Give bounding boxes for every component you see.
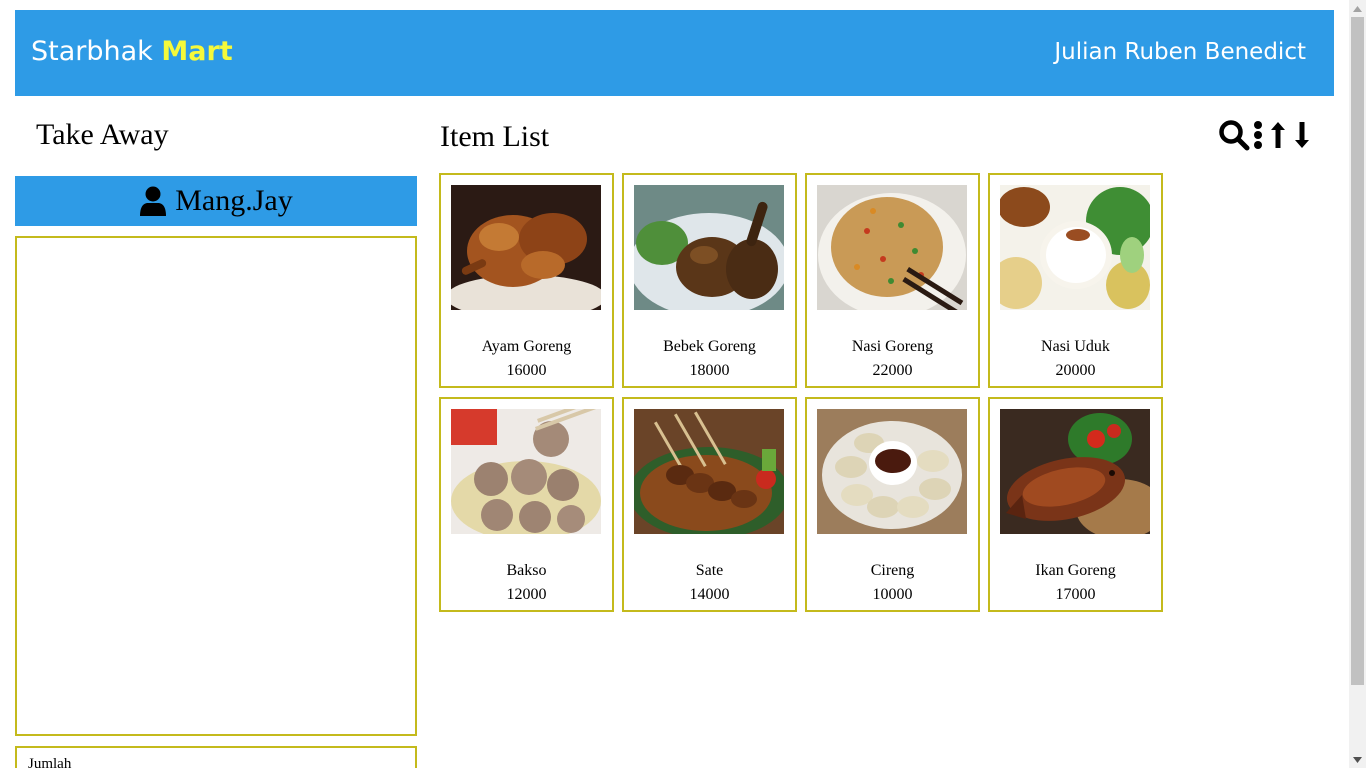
food-image bbox=[451, 409, 601, 534]
item-name: Nasi Goreng bbox=[851, 338, 934, 355]
item-name: Ikan Goreng bbox=[1035, 562, 1116, 579]
item-name: Bakso bbox=[506, 562, 547, 579]
food-image bbox=[1000, 185, 1150, 310]
scrollbar-thumb[interactable] bbox=[1351, 17, 1364, 685]
item-name: Cireng bbox=[870, 562, 915, 579]
item-card[interactable]: Bakso 12000 bbox=[439, 397, 614, 612]
item-grid: Ayam Goreng 16000 Bebek Goreng 18000 Nas… bbox=[439, 173, 1163, 612]
item-price: 22000 bbox=[872, 362, 913, 379]
item-card[interactable]: Sate 14000 bbox=[622, 397, 797, 612]
item-card[interactable]: Nasi Goreng 22000 bbox=[805, 173, 980, 388]
food-image bbox=[817, 409, 967, 534]
item-price: 12000 bbox=[506, 586, 547, 603]
item-price: 10000 bbox=[872, 586, 913, 603]
order-type-title: Take Away bbox=[36, 118, 169, 151]
item-name: Ayam Goreng bbox=[481, 338, 572, 355]
food-image bbox=[1000, 409, 1150, 534]
search-button[interactable] bbox=[1218, 119, 1250, 151]
item-card[interactable]: Bebek Goreng 18000 bbox=[622, 173, 797, 388]
item-name: Nasi Uduk bbox=[1041, 338, 1110, 355]
sort-descending-icon bbox=[1295, 122, 1309, 148]
brand-accent: Mart bbox=[161, 36, 233, 67]
user-name[interactable]: Julian Ruben Benedict bbox=[1054, 39, 1306, 65]
item-card[interactable]: Nasi Uduk 20000 bbox=[988, 173, 1163, 388]
user-icon bbox=[140, 186, 167, 216]
vertical-scrollbar[interactable] bbox=[1349, 0, 1366, 768]
item-price: 18000 bbox=[689, 362, 730, 379]
more-options-button[interactable] bbox=[1252, 119, 1264, 151]
item-price: 14000 bbox=[689, 586, 730, 603]
food-image bbox=[634, 185, 784, 310]
order-list bbox=[15, 236, 417, 736]
item-card[interactable]: Ayam Goreng 16000 bbox=[439, 173, 614, 388]
brand-logo[interactable]: Starbhak Mart bbox=[31, 36, 233, 67]
sort-ascending-button[interactable] bbox=[1269, 119, 1287, 151]
total-label: Jumlah bbox=[28, 756, 72, 768]
scroll-up-arrow[interactable] bbox=[1349, 0, 1366, 17]
item-name: Sate bbox=[695, 562, 724, 579]
sort-ascending-icon bbox=[1271, 122, 1285, 148]
item-name: Bebek Goreng bbox=[663, 338, 756, 355]
scroll-down-icon bbox=[1353, 756, 1362, 763]
food-image bbox=[817, 185, 967, 310]
food-image bbox=[451, 185, 601, 310]
brand-name: Starbhak bbox=[31, 36, 153, 67]
total-box: Jumlah bbox=[15, 746, 417, 768]
toolbar bbox=[1218, 118, 1311, 152]
customer-bar[interactable]: Mang.Jay bbox=[15, 176, 417, 226]
item-price: 20000 bbox=[1055, 362, 1096, 379]
app-header: Starbhak Mart Julian Ruben Benedict bbox=[15, 10, 1334, 96]
item-card[interactable]: Ikan Goreng 17000 bbox=[988, 397, 1163, 612]
food-image bbox=[634, 409, 784, 534]
customer-name: Mang.Jay bbox=[175, 184, 293, 217]
scroll-down-arrow[interactable] bbox=[1349, 751, 1366, 768]
search-icon bbox=[1219, 120, 1250, 151]
item-list-title: Item List bbox=[440, 120, 550, 153]
scroll-up-icon bbox=[1353, 5, 1362, 12]
item-card[interactable]: Cireng 10000 bbox=[805, 397, 980, 612]
item-price: 16000 bbox=[506, 362, 547, 379]
more-vertical-icon bbox=[1254, 121, 1262, 149]
sort-descending-button[interactable] bbox=[1293, 119, 1311, 151]
item-price: 17000 bbox=[1055, 586, 1096, 603]
